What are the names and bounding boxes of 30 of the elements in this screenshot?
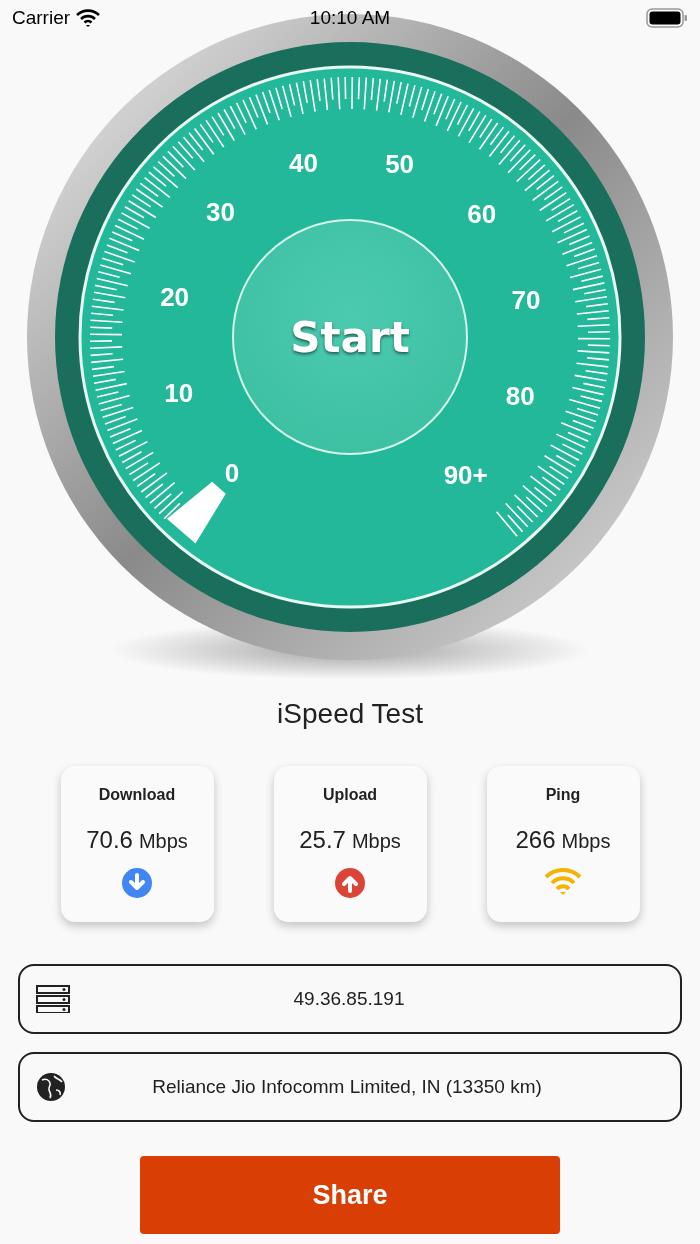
wifi-icon [544, 868, 582, 896]
stat-value: 266 [515, 826, 556, 854]
scale-label: 40 [288, 148, 318, 179]
status-time: 10:10 AM [309, 7, 391, 29]
battery-icon [646, 8, 688, 28]
stat-value: 70.6 [86, 826, 133, 854]
stat-label: Upload [322, 786, 378, 804]
wifi-icon [76, 9, 101, 27]
carrier-label: Carrier [12, 7, 71, 29]
stat-unit: Mbps [138, 830, 188, 853]
scale-label: 30 [206, 196, 235, 227]
scale-label: 20 [160, 281, 190, 312]
stat-unit: Mbps [351, 830, 401, 853]
scale-label: 50 [385, 148, 415, 179]
stat-unit: Mbps [561, 830, 611, 853]
stat-label: Ping [545, 786, 581, 804]
scale-label: 10 [164, 377, 194, 408]
info-text: 49.36.85.191 [292, 988, 406, 1010]
app-title: iSpeed Test [277, 698, 423, 730]
stat-value: 25.7 [299, 826, 346, 854]
scale-label: 60 [467, 199, 497, 230]
scale-label: 0 [224, 457, 240, 488]
share-button[interactable]: Share [140, 1156, 560, 1234]
stat-label: Download [98, 786, 176, 804]
scale-label: 70 [511, 284, 541, 315]
server-icon [36, 985, 70, 1013]
scale-label: 90+ [443, 459, 488, 490]
info-text: Reliance Jio Infocomm Limited, IN (13350 km) [151, 1076, 543, 1098]
globe-icon [36, 1072, 66, 1102]
scale-label: 80 [505, 380, 535, 411]
